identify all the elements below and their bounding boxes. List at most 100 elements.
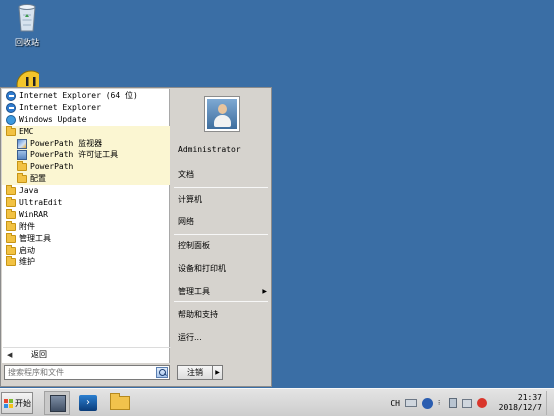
start-button[interactable]: 开始 (1, 392, 33, 414)
server-manager-icon (50, 395, 66, 412)
folder-icon (6, 256, 16, 267)
folder-icon (6, 196, 16, 207)
keyboard-icon[interactable] (405, 399, 417, 407)
program-item[interactable]: 配置 (2, 173, 170, 186)
norton-ghost-icon (16, 70, 46, 100)
menu-item-help-support[interactable]: 帮助和支持 (171, 306, 271, 323)
folder-icon (6, 244, 16, 255)
taskbar: 开始 › CH ⁝ 21:37 2018/12/7 (0, 388, 554, 416)
menu-item-control-panel[interactable]: 控制面板 (171, 237, 271, 254)
tray-options-icon[interactable]: ⁝ (438, 399, 444, 408)
back-button[interactable]: ◀ 返回 (3, 347, 171, 361)
menu-separator (174, 187, 268, 188)
ie-icon (6, 90, 16, 101)
menu-item-label: 控制面板 (178, 241, 210, 250)
menu-item-label: 网络 (178, 217, 194, 226)
menu-item-documents[interactable]: 文档 (171, 166, 271, 183)
menu-item-label: 设备和打印机 (178, 264, 226, 273)
program-item[interactable]: Windows Update (2, 114, 170, 126)
folder-icon (110, 393, 130, 410)
action-center-icon[interactable] (449, 398, 457, 408)
menu-item-computer[interactable]: 计算机 (171, 191, 271, 208)
shutdown-group: 注销 ▶ (177, 365, 223, 380)
recycle-bin-shortcut[interactable]: 回收站 (2, 3, 52, 48)
folder-icon (6, 185, 16, 196)
back-label: 返回 (31, 350, 47, 359)
license-tool-icon (17, 150, 27, 161)
folder-icon (6, 220, 16, 231)
system-tray: CH ⁝ 21:37 2018/12/7 (390, 391, 554, 415)
folder-icon (6, 232, 16, 243)
powershell-icon: › (79, 395, 97, 411)
menu-item-label: 计算机 (178, 195, 202, 204)
windows-logo-icon (4, 398, 13, 408)
programs-list: Internet Explorer (64 位) Internet Explore… (2, 90, 170, 268)
user-avatar[interactable] (204, 96, 240, 132)
windows-update-icon (6, 114, 16, 125)
clock-date: 2018/12/7 (498, 403, 542, 412)
menu-item-label: 运行... (178, 333, 202, 342)
folder-icon (17, 161, 27, 172)
user-icon (207, 99, 237, 129)
folder-icon (6, 125, 16, 136)
program-item[interactable]: UltraEdit (2, 196, 170, 209)
volume-muted-icon[interactable] (477, 398, 487, 408)
program-label: Windows Update (19, 114, 87, 124)
menu-separator (174, 301, 268, 302)
submenu-arrow-icon: ▶ (262, 288, 267, 295)
search-icon[interactable] (156, 367, 168, 378)
program-label: PowerPath (30, 162, 74, 172)
taskbar-app-explorer[interactable] (107, 391, 133, 415)
desktop: 回收站 Internet Explorer (64 位) Internet Exp… (0, 0, 554, 388)
program-item[interactable]: WinRAR (2, 208, 170, 221)
program-label: 管理工具 (19, 233, 51, 243)
folder-icon (17, 173, 27, 184)
right-pane: Administrator 文档计算机网络控制面板设备和打印机 管理工具 ▶ 帮助和支持… (171, 89, 271, 363)
network-icon[interactable] (462, 398, 472, 408)
program-label: 启动 (19, 245, 35, 255)
program-label: Internet Explorer (19, 102, 101, 112)
program-item[interactable]: Java (2, 185, 170, 197)
program-label: 配置 (30, 174, 46, 184)
help-icon[interactable] (422, 397, 433, 409)
start-menu: Internet Explorer (64 位) Internet Explore… (0, 87, 272, 387)
show-desktop-button[interactable] (546, 391, 554, 415)
search-input[interactable] (5, 366, 153, 379)
taskbar-app-server-manager[interactable] (44, 391, 70, 415)
program-item[interactable]: 附件 (2, 220, 170, 233)
program-label: 附件 (19, 221, 35, 231)
logoff-button[interactable]: 注销 (177, 365, 213, 380)
program-label: PowerPath 许可证工具 (30, 150, 119, 160)
program-item[interactable]: 维护 (2, 256, 170, 268)
menu-item-network[interactable]: 网络 (171, 213, 271, 230)
search-box (4, 365, 170, 380)
program-item[interactable]: 管理工具 (2, 232, 170, 245)
programs-pane: Internet Explorer (64 位) Internet Explore… (2, 89, 171, 363)
menu-separator (174, 234, 268, 235)
menu-item-run[interactable]: 运行... (171, 329, 271, 346)
menu-item-devices-printers[interactable]: 设备和打印机 (171, 260, 271, 277)
program-item[interactable]: 启动 (2, 244, 170, 257)
program-item[interactable]: Internet Explorer (2, 102, 170, 114)
program-item[interactable]: Internet Explorer (64 位) (2, 90, 170, 102)
program-item[interactable]: PowerPath 监视器 (2, 137, 170, 150)
program-label: UltraEdit (19, 198, 63, 208)
shutdown-options-button[interactable]: ▶ (213, 365, 223, 380)
start-label: 开始 (15, 398, 31, 408)
clock[interactable]: 21:37 2018/12/7 (492, 393, 546, 413)
menu-item-label: Administrator (178, 145, 241, 154)
powerpath-monitor-icon (17, 138, 27, 149)
program-item[interactable]: EMC (2, 125, 170, 138)
menu-item-user-name[interactable]: Administrator (171, 141, 271, 158)
program-label: 维护 (19, 257, 35, 267)
folder-icon (6, 208, 16, 219)
ie-icon (6, 102, 16, 113)
program-item[interactable]: PowerPath (2, 161, 170, 174)
recycle-bin-icon (18, 4, 36, 32)
menu-item-label: 管理工具 (178, 287, 210, 296)
menu-item-admin-tools[interactable]: 管理工具 ▶ (171, 283, 271, 300)
taskbar-app-powershell[interactable]: › (75, 391, 101, 415)
language-indicator[interactable]: CH (390, 399, 400, 408)
clock-time: 21:37 (517, 393, 542, 402)
program-item[interactable]: PowerPath 许可证工具 (2, 149, 170, 162)
